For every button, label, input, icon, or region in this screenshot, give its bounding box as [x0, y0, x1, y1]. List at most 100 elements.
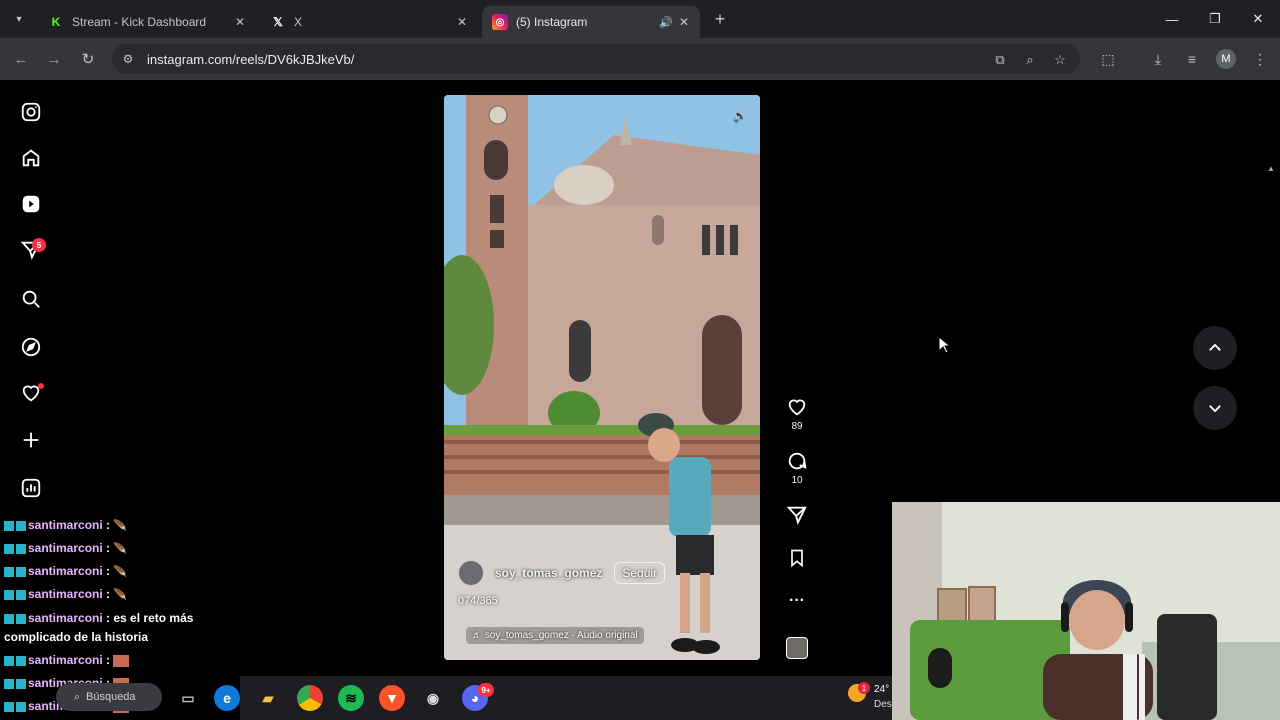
url-text[interactable]: instagram.com/reels/DV6kJBJkeVb/	[147, 52, 354, 67]
chat-badge-icon	[16, 613, 26, 624]
chat-message: santimarconi : 🪶	[4, 518, 128, 532]
comment-icon[interactable]	[784, 449, 810, 473]
scrollbar-up-icon[interactable]: ▲	[1267, 164, 1277, 174]
edge-icon[interactable]: e	[214, 685, 240, 711]
audio-thumbnail[interactable]	[786, 637, 808, 659]
sound-on-icon[interactable]: 🔊	[732, 108, 748, 124]
emote-icon: 🪶	[113, 566, 128, 578]
tab-kick-dashboard[interactable]: K Stream - Kick Dashboard ✕	[38, 6, 256, 38]
chat-text: : es el reto más	[106, 611, 194, 625]
downloads-icon[interactable]: ⤓	[1148, 49, 1168, 69]
reels-icon[interactable]	[18, 191, 44, 217]
taskbar-search[interactable]: ⌕ Búsqueda	[56, 683, 162, 711]
back-icon[interactable]: ←	[10, 48, 32, 70]
webcam-overlay	[892, 502, 1280, 720]
more-dots-icon[interactable]: ···	[784, 589, 810, 613]
chat-username: santimarconi	[28, 587, 103, 601]
spotify-icon[interactable]: ≋	[338, 685, 364, 711]
profile-avatar[interactable]: M	[1216, 49, 1236, 69]
new-tab-plus-icon[interactable]: +	[710, 9, 730, 29]
instagram-sidebar: 5	[0, 80, 62, 510]
install-app-icon[interactable]: ⧉	[991, 51, 1009, 69]
author-avatar[interactable]	[458, 560, 484, 586]
minimize-icon[interactable]: —	[1157, 6, 1187, 32]
system-tray-weather[interactable]: 1 24° Des	[848, 680, 892, 720]
restore-icon[interactable]: ❐	[1200, 6, 1230, 32]
follow-button[interactable]: Seguir	[614, 562, 666, 584]
tab-title: X	[294, 15, 303, 29]
previous-reel-button[interactable]	[1193, 326, 1237, 370]
reel-caption: 074/365	[458, 595, 498, 607]
zoom-icon[interactable]: ⌕	[1021, 51, 1039, 69]
heart-icon[interactable]	[784, 395, 810, 419]
menu-kebab-icon[interactable]: ⋮	[1250, 49, 1270, 69]
tab-title: Stream - Kick Dashboard	[72, 15, 207, 29]
like-count: 89	[791, 421, 803, 432]
chat-badge-icon	[4, 543, 14, 554]
emote-icon: 🪶	[113, 520, 128, 532]
brave-icon[interactable]: ▼	[379, 685, 405, 711]
next-reel-button[interactable]	[1193, 386, 1237, 430]
chat-text: :	[106, 564, 111, 578]
browser-tab-strip: ▾ K Stream - Kick Dashboard ✕ 𝕏 X ✕ ◎ (5…	[0, 0, 1280, 38]
author-username[interactable]: soy_tomas_gomez	[495, 566, 602, 580]
close-icon[interactable]: ✕	[232, 14, 248, 30]
chat-badge-icon	[16, 701, 26, 712]
kick-icon: K	[51, 15, 61, 29]
file-explorer-icon[interactable]: ▰	[255, 685, 281, 711]
create-plus-icon[interactable]	[18, 427, 44, 453]
home-icon[interactable]	[18, 145, 44, 171]
bookmark-star-icon[interactable]: ☆	[1051, 51, 1069, 69]
reel-audio-link[interactable]: ♬ soy_tomas_gomez · Audio original	[466, 627, 644, 644]
webcam-picture-frame	[968, 586, 996, 622]
chat-username: santimarconi	[28, 518, 103, 532]
bookmark-icon[interactable]	[784, 546, 810, 570]
chat-message: santimarconi : 🪶	[4, 541, 128, 555]
tab-x[interactable]: 𝕏 X ✕	[260, 6, 478, 38]
instagram-logo-icon[interactable]	[18, 99, 44, 125]
share-action[interactable]	[784, 503, 810, 527]
task-view-icon[interactable]: ▭	[175, 685, 201, 711]
emote-icon: 🪶	[113, 543, 128, 555]
reload-icon[interactable]: ↻	[77, 48, 99, 70]
messages-badge: 5	[32, 238, 46, 252]
extensions-icon[interactable]: ⬚	[1098, 49, 1118, 69]
comment-count: 10	[791, 475, 803, 486]
save-action[interactable]	[784, 546, 810, 570]
chat-badge-icon	[16, 566, 26, 577]
chat-badge-icon	[16, 655, 26, 666]
share-send-icon[interactable]	[784, 503, 810, 527]
chevron-up-icon	[1209, 343, 1221, 351]
chat-message: santimarconi : 🪶	[4, 587, 127, 601]
tab-audio-icon[interactable]: 🔊	[658, 14, 674, 30]
comment-action[interactable]: 10	[784, 449, 810, 486]
site-info-icon[interactable]: ⚙	[120, 51, 136, 67]
more-action[interactable]: ···	[784, 589, 810, 613]
chat-message-continued: complicado de la historia	[4, 630, 149, 644]
chat-text: :	[106, 653, 111, 667]
chat-message: santimarconi : es el reto más	[4, 611, 193, 625]
chat-username: santimarconi	[28, 541, 103, 555]
chrome-icon[interactable]	[297, 685, 323, 711]
close-icon[interactable]: ✕	[676, 14, 692, 30]
obs-icon[interactable]: ◉	[420, 685, 446, 711]
chat-badge-icon	[4, 701, 14, 712]
window-close-icon[interactable]: ✕	[1243, 6, 1273, 32]
chat-text: :	[106, 541, 111, 555]
close-icon[interactable]: ✕	[454, 14, 470, 30]
search-icon[interactable]	[18, 286, 44, 312]
explore-icon[interactable]	[18, 334, 44, 360]
tab-search-dropdown-icon[interactable]: ▾	[8, 8, 30, 30]
webcam-microphone	[928, 648, 952, 688]
chat-username: santimarconi	[28, 564, 103, 578]
weather-condition: Des	[874, 699, 892, 710]
dashboard-icon[interactable]	[18, 475, 44, 501]
browser-toolbar: ← → ↻ ⚙ instagram.com/reels/DV6kJBJkeVb/…	[0, 38, 1280, 80]
reel-video[interactable]: 🔊 soy_tomas_gomez Seguir 074/365 ♬ soy_t…	[444, 95, 760, 660]
forward-icon[interactable]: →	[43, 48, 65, 70]
address-bar[interactable]: ⚙ instagram.com/reels/DV6kJBJkeVb/ ⧉ ⌕ ☆	[112, 44, 1080, 74]
like-action[interactable]: 89	[784, 395, 810, 432]
audio-label: soy_tomas_gomez · Audio original	[484, 630, 638, 641]
media-controls-icon[interactable]: ≡	[1182, 49, 1202, 69]
tab-instagram[interactable]: ◎ (5) Instagram 🔊 ✕	[482, 6, 700, 38]
